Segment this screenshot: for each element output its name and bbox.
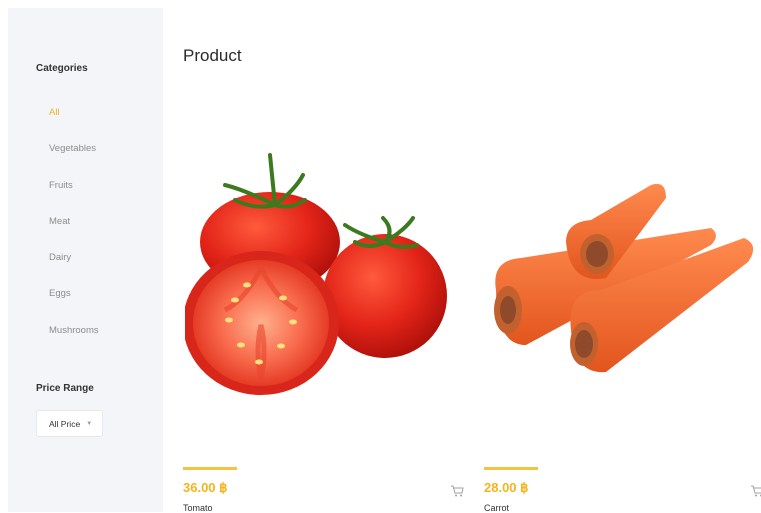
- tomato-image: [185, 153, 447, 395]
- category-meat[interactable]: Meat: [49, 209, 99, 245]
- price-underline: [484, 467, 538, 470]
- cart-icon[interactable]: [750, 485, 761, 497]
- category-all[interactable]: All: [49, 100, 99, 136]
- sidebar: Categories All Vegetables Fruits Meat Da…: [8, 8, 163, 512]
- categories-title: Categories: [36, 63, 88, 74]
- category-eggs[interactable]: Eggs: [49, 281, 99, 317]
- category-fruits[interactable]: Fruits: [49, 173, 99, 209]
- product-card[interactable]: 36.00 ฿ Tomato: [183, 150, 464, 513]
- cart-icon[interactable]: [450, 485, 464, 497]
- carrot-image: [494, 183, 754, 373]
- price-range-value: All Price: [49, 418, 81, 429]
- product-card[interactable]: 28.00 ฿ Carrot: [484, 150, 761, 513]
- product-price: 36.00 ฿: [183, 480, 228, 495]
- price-underline: [183, 467, 237, 470]
- category-list: All Vegetables Fruits Meat Dairy Eggs Mu…: [49, 100, 99, 354]
- chevron-down-icon: ▼: [86, 420, 93, 427]
- category-vegetables[interactable]: Vegetables: [49, 136, 99, 172]
- category-mushrooms[interactable]: Mushrooms: [49, 318, 99, 354]
- category-dairy[interactable]: Dairy: [49, 245, 99, 281]
- price-range-select[interactable]: All Price ▼: [36, 410, 103, 437]
- product-price: 28.00 ฿: [484, 480, 529, 495]
- price-range-title: Price Range: [36, 383, 94, 394]
- page-title: Product: [183, 46, 242, 65]
